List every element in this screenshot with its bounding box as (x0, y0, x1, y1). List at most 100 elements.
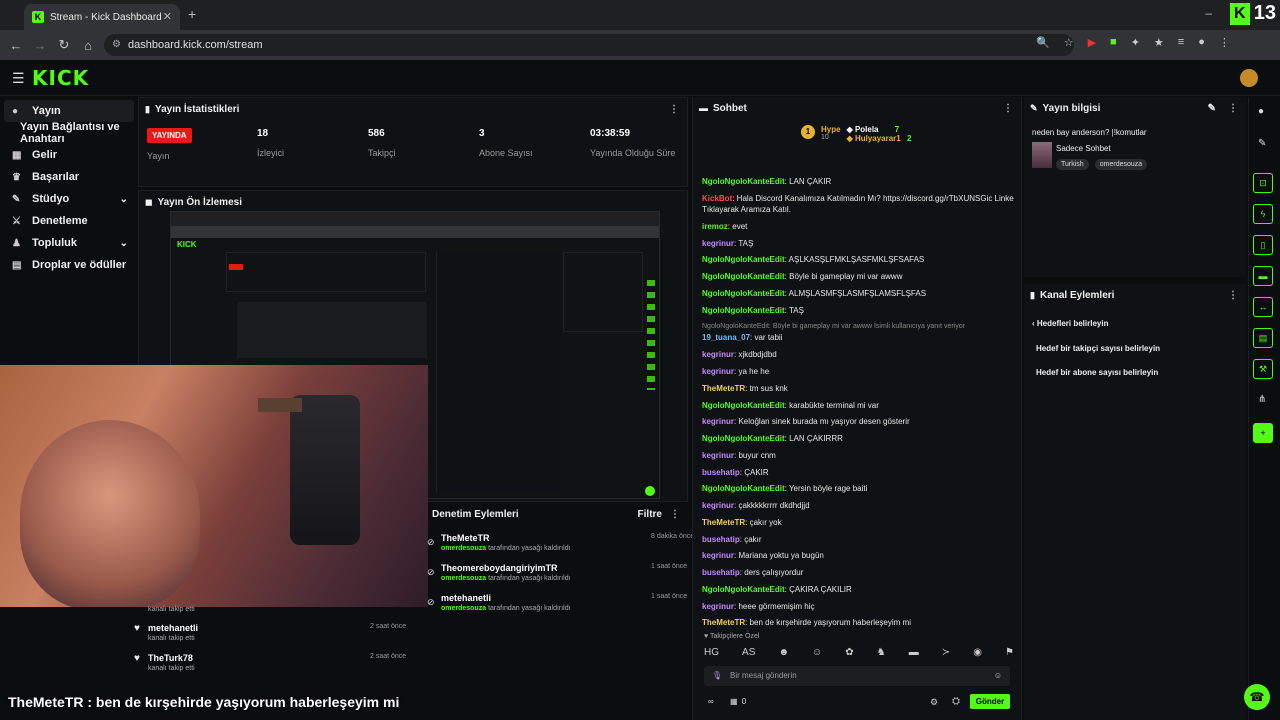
browser-tab[interactable]: K Stream - Kick Dashboard ✕ (24, 4, 180, 30)
emote-icon[interactable]: ✿ (845, 647, 853, 661)
sidebar-item-yayin[interactable]: ● Yayın (4, 100, 134, 122)
chat-username[interactable]: kegrinur (702, 350, 734, 359)
chat-username[interactable]: NgoloNgoloKanteEdit (702, 434, 785, 443)
document-icon[interactable]: ▯ (1253, 235, 1273, 255)
chat-username[interactable]: busehatip (702, 535, 740, 544)
category-thumbnail[interactable] (1032, 142, 1052, 168)
media-icon[interactable]: ≡ (1178, 36, 1184, 49)
chat-username[interactable]: kegrinur (702, 239, 734, 248)
home-icon[interactable]: ⌂ (76, 38, 100, 53)
chat-username[interactable]: kegrinur (702, 551, 734, 560)
bookmark-star-icon[interactable]: ☆ (1064, 36, 1074, 49)
send-button[interactable]: Gönder (970, 694, 1010, 709)
chat-username[interactable]: 19_tuana_07 (702, 333, 750, 342)
chat-username[interactable]: NgoloNgoloKanteEdit (702, 177, 785, 186)
pencil-icon[interactable]: ✎ (1258, 138, 1266, 149)
mod-by[interactable]: omerdesouza (441, 545, 486, 552)
sidebar-item-studyo[interactable]: ✎ Stüdyo ⌄ (0, 188, 138, 210)
close-tab-icon[interactable]: ✕ (163, 10, 172, 23)
chat-username[interactable]: NgoloNgoloKanteEdit (702, 306, 785, 315)
settings-gear-icon[interactable]: ⚙ (930, 697, 938, 708)
chat-username[interactable]: kegrinur (702, 451, 734, 460)
gift-icon[interactable]: ▦ (730, 697, 738, 706)
sidebar-item-gelir[interactable]: ▦ Gelir (0, 144, 138, 166)
sidebar-item-basarilar[interactable]: ♛ Başarılar (0, 166, 138, 188)
emote-icon[interactable]: ☺ (812, 647, 822, 661)
tag[interactable]: omerdesouza (1094, 159, 1148, 170)
user-avatar[interactable] (1240, 69, 1258, 87)
leader-name[interactable]: ◆ Hulyayarar1 2 (847, 134, 912, 143)
chat-username[interactable]: busehatip (702, 568, 740, 577)
sidebar-item-stream-key[interactable]: Yayın Bağlantısı ve Anahtarı (0, 121, 138, 145)
emote-icon[interactable]: ◉ (973, 647, 982, 661)
sidebar-item-topluluk[interactable]: ♟ Topluluk ⌄ (0, 232, 138, 254)
wrench-icon[interactable]: ⚒ (1253, 359, 1273, 379)
chat-username[interactable]: busehatip (702, 468, 740, 477)
more-icon[interactable]: ⋮ (669, 104, 679, 115)
new-tab-icon[interactable]: + (188, 6, 196, 22)
clip-icon[interactable]: ⊡ (1253, 173, 1273, 193)
goals-back-button[interactable]: ‹ Hedefleri belirleyin (1032, 319, 1108, 328)
follower-goal-option[interactable]: Hedef bir takipçi sayısı belirleyin (1036, 344, 1160, 353)
emote-icon[interactable]: ▬ (909, 647, 919, 661)
chat-username[interactable]: TheMeteTR (702, 384, 745, 393)
chevron-down-icon[interactable]: ⌄ (120, 194, 128, 205)
edit-icon[interactable]: ✎ (1208, 103, 1216, 114)
leader-name[interactable]: ◆ Polela 7 (847, 125, 912, 134)
chat-username[interactable]: kegrinur (702, 417, 734, 426)
kick-logo[interactable]: KICK (32, 66, 89, 90)
follower-name[interactable]: metehanetli (148, 623, 198, 633)
mod-target-name[interactable]: metehanetli (441, 593, 571, 603)
emote-icon[interactable]: HG (704, 647, 719, 661)
emoji-icon[interactable]: ☺ (994, 666, 1002, 686)
emote-icon[interactable]: ♞ (877, 647, 886, 661)
microphone-icon[interactable]: 🎙 (712, 666, 722, 686)
filter-button[interactable]: Filtre (638, 509, 662, 520)
chat-username[interactable]: iremoz (702, 222, 728, 231)
poll-icon[interactable]: ▤ (1253, 328, 1273, 348)
follower-name[interactable]: TheTurk78 (148, 653, 195, 663)
sidebar-item-denetleme[interactable]: ⚔ Denetleme (0, 210, 138, 232)
more-icon[interactable]: ⋮ (1228, 290, 1238, 301)
chat-username[interactable]: NgoloNgoloKanteEdit (702, 401, 785, 410)
add-action-icon[interactable]: + (1253, 423, 1273, 443)
extension-kick-icon[interactable]: ■ (1110, 36, 1117, 49)
more-icon[interactable]: ⋮ (670, 509, 680, 520)
more-icon[interactable]: ⋮ (1003, 103, 1013, 114)
url-input[interactable]: ⚙ dashboard.kick.com/stream (104, 34, 1074, 56)
mod-by[interactable]: omerdesouza (441, 575, 486, 582)
chevron-down-icon[interactable]: ⌄ (120, 238, 128, 249)
chat-username[interactable]: NgoloNgoloKanteEdit (702, 289, 785, 298)
mod-target-name[interactable]: TheMeteTR (441, 533, 571, 543)
mod-shield-icon[interactable]: ⛭ (952, 696, 960, 707)
sidebar-item-droplar[interactable]: ▤ Droplar ve ödüller (0, 254, 138, 276)
chat-username[interactable]: NgoloNgoloKanteEdit (702, 272, 785, 281)
window-controls[interactable]: – (1205, 6, 1230, 20)
chat-username[interactable]: kegrinur (702, 602, 734, 611)
more-icon[interactable]: ⋮ (1228, 103, 1238, 114)
extensions-puzzle-icon[interactable]: ✦ (1131, 36, 1140, 49)
mod-target-name[interactable]: TheomereboydangiriyimTR (441, 563, 571, 573)
bookmarks-icon[interactable]: ★ (1154, 36, 1164, 49)
chat-input[interactable]: 🎙 Bir mesaj gönderin ☺ (704, 666, 1010, 686)
zoom-icon[interactable]: 🔍 (1036, 36, 1050, 49)
back-icon[interactable]: ← (4, 38, 28, 53)
lightning-icon[interactable]: ϟ (1253, 204, 1273, 224)
chat-username[interactable]: TheMeteTR (702, 518, 745, 527)
chat-username[interactable]: NgoloNgoloKanteEdit (702, 255, 785, 264)
chat-username[interactable]: NgoloNgoloKanteEdit (702, 484, 785, 493)
reload-icon[interactable]: ↻ (52, 37, 76, 53)
mod-by[interactable]: omerdesouza (441, 605, 486, 612)
chat-username[interactable]: kegrinur (702, 501, 734, 510)
emote-icon[interactable]: ⚑ (1005, 647, 1014, 661)
emote-icon[interactable]: ≻ (942, 647, 950, 661)
chat-username[interactable]: KickBot (702, 194, 732, 203)
profile-avatar[interactable]: ● (1198, 36, 1205, 49)
raid-icon[interactable]: ↔ (1253, 297, 1273, 317)
users-icon[interactable]: ∞ (708, 697, 714, 706)
chat-username[interactable]: TheMeteTR (702, 618, 745, 627)
reply-reference[interactable]: NgoloNgoloKanteEdit: Böyle bi gameplay m… (702, 321, 1014, 332)
browser-menu-icon[interactable]: ⋮ (1219, 36, 1230, 49)
share-icon[interactable]: ⋔ (1258, 394, 1266, 405)
emote-icon[interactable]: AS (742, 647, 755, 661)
